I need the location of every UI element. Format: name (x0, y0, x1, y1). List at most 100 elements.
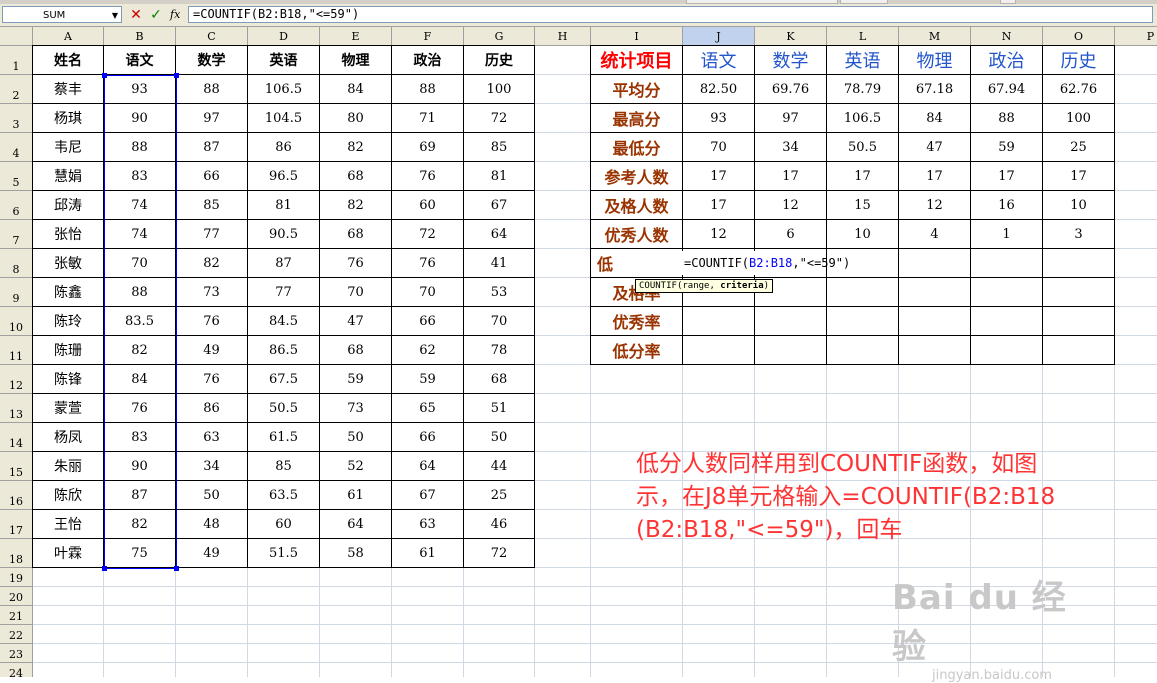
score-cell[interactable]: 90 (104, 452, 176, 481)
column-header[interactable]: K (755, 27, 827, 46)
stat-value[interactable] (827, 278, 899, 307)
student-name[interactable]: 杨琪 (33, 104, 104, 133)
grid-cell[interactable] (1115, 625, 1157, 644)
row-header[interactable]: 23 (0, 644, 33, 663)
stat-value[interactable] (755, 307, 827, 336)
grid-cell[interactable] (464, 644, 535, 663)
score-cell[interactable]: 68 (320, 220, 392, 249)
student-name[interactable]: 韦尼 (33, 133, 104, 162)
row-header[interactable]: 13 (0, 394, 33, 423)
grid-cell[interactable] (104, 625, 176, 644)
grid-cell[interactable] (33, 663, 104, 677)
grid-cell[interactable] (535, 75, 591, 104)
grid-cell[interactable] (591, 606, 683, 625)
score-cell[interactable]: 77 (248, 278, 320, 307)
stat-label[interactable]: 最低分 (591, 133, 683, 162)
grid-cell[interactable] (683, 663, 755, 677)
score-cell[interactable]: 63 (392, 510, 464, 539)
score-cell[interactable]: 82 (320, 133, 392, 162)
score-cell[interactable]: 41 (464, 249, 535, 278)
stat-value[interactable] (683, 307, 755, 336)
score-cell[interactable]: 68 (320, 336, 392, 365)
row-header[interactable]: 9 (0, 278, 33, 307)
grid-cell[interactable] (535, 133, 591, 162)
score-cell[interactable]: 76 (392, 162, 464, 191)
grid-cell[interactable] (535, 46, 591, 75)
grid-cell[interactable] (899, 365, 971, 394)
cancel-icon[interactable]: ✕ (128, 7, 144, 23)
stat-value[interactable]: 34 (755, 133, 827, 162)
row-header[interactable]: 21 (0, 606, 33, 625)
score-cell[interactable]: 58 (320, 539, 392, 568)
score-cell[interactable]: 85 (248, 452, 320, 481)
grid-cell[interactable] (1115, 606, 1157, 625)
grid-cell[interactable] (535, 587, 591, 606)
score-cell[interactable]: 50 (176, 481, 248, 510)
formula-input[interactable]: =COUNTIF(B2:B18,"<=59") (188, 6, 1153, 23)
grid-cell[interactable] (176, 606, 248, 625)
score-cell[interactable]: 87 (104, 481, 176, 510)
stat-value[interactable]: 17 (683, 162, 755, 191)
score-cell[interactable]: 80 (320, 104, 392, 133)
score-cell[interactable]: 67 (464, 191, 535, 220)
score-cell[interactable]: 62 (392, 336, 464, 365)
column-header[interactable]: L (827, 27, 899, 46)
score-cell[interactable]: 87 (176, 133, 248, 162)
column-header[interactable]: A (33, 27, 104, 46)
grid-cell[interactable] (1115, 644, 1157, 663)
grid-cell[interactable] (1115, 510, 1157, 539)
grid-cell[interactable] (899, 394, 971, 423)
grid-cell[interactable] (104, 644, 176, 663)
stat-value[interactable]: 10 (827, 220, 899, 249)
student-name[interactable]: 张怡 (33, 220, 104, 249)
row-header[interactable]: 2 (0, 75, 33, 104)
stat-value[interactable] (827, 307, 899, 336)
grid-cell[interactable] (104, 568, 176, 587)
score-cell[interactable]: 67.5 (248, 365, 320, 394)
cell-edit-box[interactable]: =COUNTIF(B2:B18,"<=59") (681, 251, 850, 275)
grid-cell[interactable] (591, 663, 683, 677)
selection-handle[interactable] (102, 566, 107, 571)
grid-cell[interactable] (535, 307, 591, 336)
score-cell[interactable]: 77 (176, 220, 248, 249)
score-cell[interactable]: 83 (104, 162, 176, 191)
grid-cell[interactable] (1115, 394, 1157, 423)
stat-label[interactable]: 低 (591, 249, 683, 278)
student-name[interactable]: 慧娟 (33, 162, 104, 191)
score-cell[interactable]: 49 (176, 539, 248, 568)
score-cell[interactable]: 48 (176, 510, 248, 539)
stat-value[interactable]: 15 (827, 191, 899, 220)
stat-label[interactable]: 平均分 (591, 75, 683, 104)
row-header[interactable]: 4 (0, 133, 33, 162)
row-header[interactable]: 24 (0, 663, 33, 677)
stat-value[interactable] (971, 336, 1043, 365)
grid-cell[interactable] (827, 606, 899, 625)
score-cell[interactable]: 64 (464, 220, 535, 249)
stat-label[interactable]: 优秀人数 (591, 220, 683, 249)
grid-cell[interactable] (320, 663, 392, 677)
grid-cell[interactable] (1115, 278, 1157, 307)
table-header[interactable]: 历史 (464, 46, 535, 75)
stat-value[interactable]: 17 (899, 162, 971, 191)
table-header[interactable]: 政治 (392, 46, 464, 75)
column-header[interactable]: N (971, 27, 1043, 46)
row-header[interactable]: 14 (0, 423, 33, 452)
grid-cell[interactable] (1115, 423, 1157, 452)
stat-value[interactable] (827, 336, 899, 365)
score-cell[interactable]: 70 (464, 307, 535, 336)
stat-label[interactable]: 及格人数 (591, 191, 683, 220)
score-cell[interactable]: 81 (464, 162, 535, 191)
stat-value[interactable] (971, 278, 1043, 307)
table-header[interactable]: 数学 (176, 46, 248, 75)
stat-value[interactable]: 100 (1043, 104, 1115, 133)
grid-cell[interactable] (104, 663, 176, 677)
score-cell[interactable]: 73 (176, 278, 248, 307)
grid-cell[interactable] (176, 587, 248, 606)
grid-cell[interactable] (827, 625, 899, 644)
score-cell[interactable]: 51 (464, 394, 535, 423)
stat-value[interactable]: 10 (1043, 191, 1115, 220)
stat-label[interactable]: 参考人数 (591, 162, 683, 191)
stat-value[interactable]: 70 (683, 133, 755, 162)
stat-value[interactable]: 82.50 (683, 75, 755, 104)
grid-cell[interactable] (1115, 133, 1157, 162)
